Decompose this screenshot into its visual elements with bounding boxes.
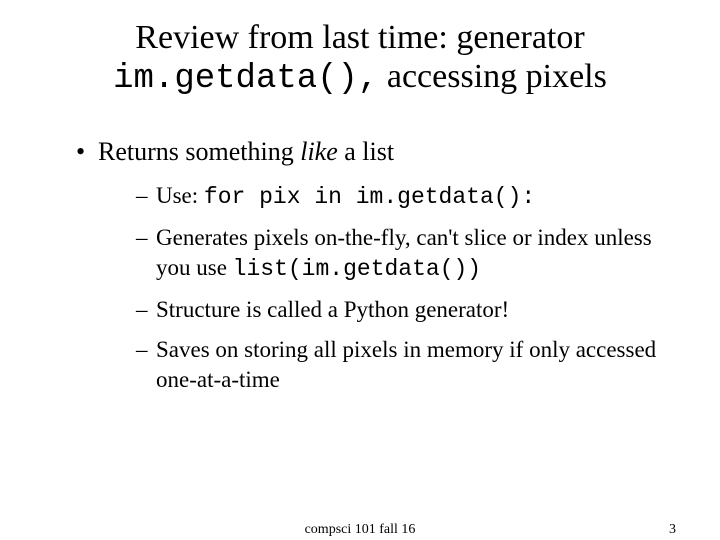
sub-text-2: Generates pixels on-the-fly, can't slice… (156, 223, 680, 285)
sub-text-1: Use: for pix in im.getdata(): (156, 181, 535, 213)
title-code: im.getdata(), (113, 60, 378, 98)
dash-icon: – (136, 181, 156, 211)
title-line-1: Review from last time: generator (40, 18, 680, 57)
dash-icon: – (136, 223, 156, 253)
sub-text-3: Structure is called a Python generator! (156, 295, 509, 325)
sub1-pre: Use: (156, 183, 204, 208)
title-rest: accessing pixels (378, 58, 607, 95)
sub-item: – Saves on storing all pixels in memory … (136, 335, 680, 395)
bullet-dot: • (76, 137, 98, 167)
sub-item: – Structure is called a Python generator… (136, 295, 680, 325)
bullet-post: a list (338, 137, 394, 166)
bullet-italic: like (300, 137, 338, 166)
slide-title: Review from last time: generator im.getd… (40, 18, 680, 99)
bullet-text: Returns something like a list (98, 137, 394, 167)
page-number: 3 (669, 522, 676, 538)
title-line-2: im.getdata(), accessing pixels (40, 57, 680, 99)
sub1-code: for pix in im.getdata(): (204, 184, 535, 210)
footer-center-text: compsci 101 fall 16 (305, 522, 416, 538)
sub-bullet-list: – Use: for pix in im.getdata(): – Genera… (136, 181, 680, 394)
bullet-main: • Returns something like a list (76, 137, 680, 167)
sub2-code: list(im.getdata()) (233, 256, 481, 282)
sub-text-4: Saves on storing all pixels in memory if… (156, 335, 680, 395)
dash-icon: – (136, 335, 156, 365)
bullet-pre: Returns something (98, 137, 300, 166)
dash-icon: – (136, 295, 156, 325)
sub-item: – Generates pixels on-the-fly, can't sli… (136, 223, 680, 285)
sub-item: – Use: for pix in im.getdata(): (136, 181, 680, 213)
